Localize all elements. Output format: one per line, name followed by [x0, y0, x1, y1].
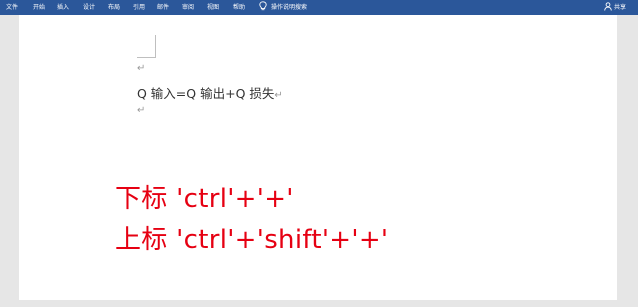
tab-help[interactable]: 帮助: [233, 0, 245, 15]
tab-view[interactable]: 视图: [207, 0, 219, 15]
bottom-gray-strip: [0, 300, 638, 307]
ribbon: 文件 开始 插入 设计 布局 引用 邮件 审阅 视图 帮助 操作说明搜索 共享: [0, 0, 638, 15]
equation-line[interactable]: Q 输入=Q 输出+Q 损失↵: [137, 83, 283, 102]
equation-text: Q 输入=Q 输出+Q 损失: [137, 86, 275, 101]
tab-file[interactable]: 文件: [6, 0, 18, 15]
tell-me-label: 操作说明搜索: [271, 4, 308, 11]
paragraph-mark: ↵: [137, 105, 146, 116]
subscript-shortcut-note: 下标 'ctrl'+'+': [115, 184, 294, 214]
person-icon: [604, 2, 612, 11]
share-button[interactable]: 共享: [604, 0, 626, 15]
share-label: 共享: [614, 4, 627, 11]
tab-layout[interactable]: 布局: [108, 0, 120, 15]
tab-mailings[interactable]: 邮件: [157, 0, 169, 15]
tell-me-search[interactable]: 操作说明搜索: [259, 0, 307, 15]
tab-design[interactable]: 设计: [83, 0, 95, 15]
superscript-shortcut-note: 上标 'ctrl'+'shift'+'+': [115, 225, 389, 255]
paragraph-mark: ↵: [274, 90, 283, 101]
page-margin-mark: [137, 35, 156, 58]
tab-references[interactable]: 引用: [133, 0, 145, 15]
paragraph-mark: ↵: [137, 63, 146, 74]
tab-home[interactable]: 开始: [33, 0, 45, 15]
vertical-scrollbar-area[interactable]: [617, 15, 638, 307]
document-page[interactable]: ↵ Q 输入=Q 输出+Q 损失↵ ↵ 下标 'ctrl'+'+' 上标 'ct…: [19, 15, 617, 300]
tab-review[interactable]: 审阅: [182, 0, 194, 15]
lightbulb-icon: [259, 1, 267, 11]
tab-insert[interactable]: 插入: [57, 0, 69, 15]
